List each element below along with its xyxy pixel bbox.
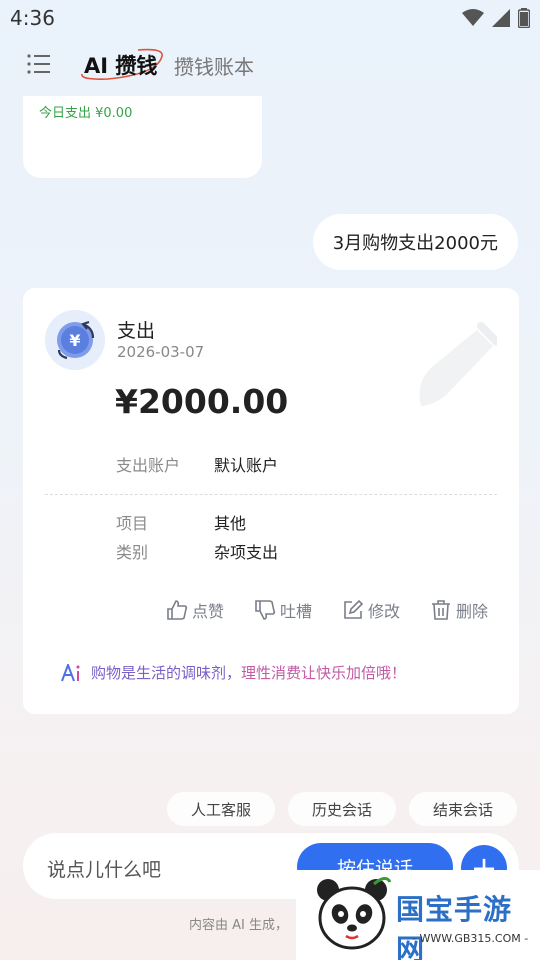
- delete-label: 删除: [456, 602, 489, 621]
- thumbs-down-icon: [255, 600, 276, 620]
- category-value: 杂项支出: [214, 543, 279, 562]
- header: AI 攒钱 攒钱账本: [0, 38, 540, 90]
- tab-save-ledger[interactable]: 攒钱账本: [174, 51, 254, 80]
- record-date: 2026-03-07: [117, 343, 205, 361]
- edit-icon: [344, 599, 364, 619]
- delete-button[interactable]: 删除: [430, 598, 488, 622]
- account-label: 支出账户: [116, 456, 181, 475]
- tip-text-part2: 理性消费让快乐加倍哦！: [241, 664, 407, 682]
- complain-label: 吐槽: [280, 602, 313, 621]
- expense-type-icon-wrap: ¥: [45, 310, 105, 370]
- panda-logo-icon: [317, 877, 392, 950]
- pencil-decoration-icon: [419, 322, 497, 406]
- like-button[interactable]: 点赞: [166, 598, 224, 622]
- tip-text-part1: 购物是生活的调味剂，: [91, 664, 242, 682]
- menu-icon[interactable]: [26, 52, 52, 76]
- record-type: 支出: [117, 320, 156, 342]
- divider: [45, 494, 497, 495]
- trash-icon: [432, 600, 450, 620]
- status-bar: 4:36: [0, 0, 540, 38]
- battery-icon: [518, 8, 530, 28]
- today-expense-text: 今日支出 ¥0.00: [39, 106, 133, 121]
- previous-summary-card: 今日支出 ¥0.00: [23, 96, 262, 178]
- edit-label: 修改: [368, 602, 401, 621]
- item-label: 项目: [116, 514, 149, 533]
- user-message-bubble: 3月购物支出2000元: [312, 214, 518, 270]
- human-support-button[interactable]: 人工客服: [167, 792, 276, 826]
- status-time: 4:36: [10, 6, 55, 30]
- watermark: 国宝手游网 - WWW.GB315.COM -: [296, 870, 540, 960]
- account-value: 默认账户: [214, 456, 279, 475]
- edit-button[interactable]: 修改: [342, 598, 400, 622]
- tab-ai-save[interactable]: AI 攒钱: [84, 50, 157, 80]
- record-actions: 点赞 吐槽 修改 删除: [23, 598, 519, 624]
- message-input[interactable]: 说点儿什么吧: [47, 855, 161, 882]
- yuan-refresh-icon: ¥: [57, 320, 95, 360]
- ai-disclaimer: 内容由 AI 生成，: [189, 918, 288, 933]
- watermark-url: - WWW.GB315.COM -: [412, 932, 529, 945]
- watermark-title: 国宝手游网: [396, 893, 513, 960]
- category-label: 类别: [116, 543, 149, 562]
- status-icons: [462, 8, 530, 28]
- history-button[interactable]: 历史会话: [288, 792, 397, 826]
- complain-button[interactable]: 吐槽: [254, 598, 312, 622]
- like-label: 点赞: [192, 602, 225, 621]
- signal-icon: [492, 9, 510, 27]
- end-session-button[interactable]: 结束会话: [409, 792, 518, 826]
- wifi-icon: [462, 9, 484, 26]
- expense-record-card: ¥ 支出 2026-03-07 ¥2000.00 支出账户 默认账户 项目 其他…: [23, 288, 519, 714]
- ai-logo-icon: [61, 663, 80, 681]
- record-amount: ¥2000.00: [115, 382, 289, 421]
- item-value: 其他: [214, 514, 247, 533]
- thumbs-up-icon: [167, 600, 188, 620]
- svg-text:¥: ¥: [69, 331, 80, 350]
- ai-tip: 购物是生活的调味剂，理性消费让快乐加倍哦！: [61, 662, 406, 683]
